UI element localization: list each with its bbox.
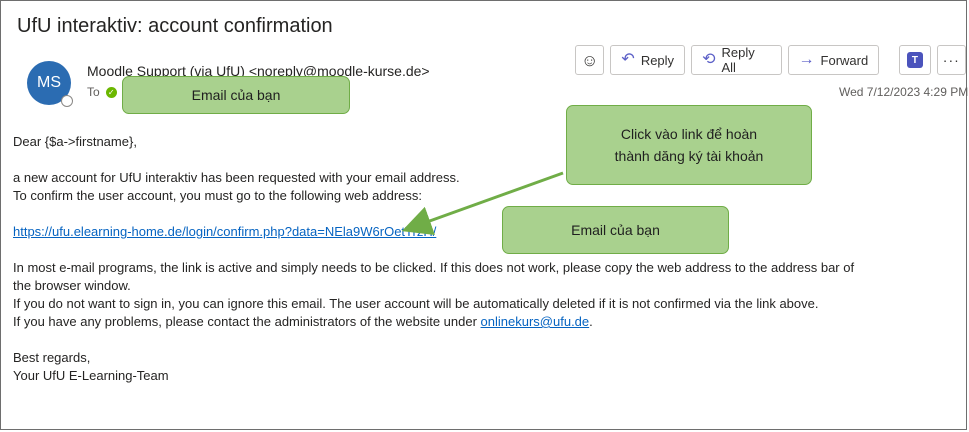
reply-all-label: Reply All xyxy=(721,45,755,75)
greeting: Dear {$a->firstname}, xyxy=(13,134,137,149)
admin-email-link[interactable]: onlinekurs@ufu.de xyxy=(481,314,590,329)
body-paragraph-3: If you do not want to sign in, you can i… xyxy=(13,296,819,311)
email-reading-pane: UfU interaktiv: account confirmation MS … xyxy=(0,0,969,430)
email-subject: UfU interaktiv: account confirmation xyxy=(17,15,333,37)
contact-text: If you have any problems, please contact… xyxy=(13,314,481,329)
callout-email-link: Email của bạn xyxy=(502,206,729,254)
recipient-row: To ✓ xyxy=(87,85,117,99)
reply-label: Reply xyxy=(640,52,675,68)
smiley-icon: ☺ xyxy=(581,50,599,70)
callout-click-link: Click vào link để hoàn thành dăng ký tài… xyxy=(566,105,812,185)
reaction-button[interactable]: ☺ xyxy=(575,45,605,75)
recipient-status-icon: ✓ xyxy=(105,86,117,98)
callout-email-link-text: Email của bạn xyxy=(571,222,660,238)
avatar-initials: MS xyxy=(37,74,61,91)
teams-share-button[interactable]: T xyxy=(899,45,931,75)
presence-status-icon xyxy=(61,95,73,107)
contact-suffix: . xyxy=(589,314,593,329)
message-toolbar: ☺ ↶ Reply ⟲ Reply All → Forward T ··· xyxy=(575,45,966,75)
forward-button[interactable]: → Forward xyxy=(787,45,880,75)
closing: Best regards, xyxy=(13,350,91,365)
received-date: Wed 7/12/2023 4:29 PM xyxy=(839,85,969,99)
body-line-2: To confirm the user account, you must go… xyxy=(13,188,422,203)
forward-arrow-icon: → xyxy=(798,51,815,68)
reply-all-icon: ⟲ xyxy=(702,51,716,68)
callout-click-link-line2: thành dăng ký tài khoản xyxy=(614,148,764,164)
to-label: To xyxy=(87,85,100,99)
email-body: Dear {$a->firstname}, a new account for … xyxy=(13,133,963,385)
callout-click-link-line1: Click vào link để hoàn xyxy=(620,126,758,142)
confirmation-link[interactable]: https://ufu.elearning-home.de/login/conf… xyxy=(13,224,436,239)
body-paragraph-4: If you have any problems, please contact… xyxy=(13,313,963,331)
body-paragraph-2b: the browser window. xyxy=(13,278,131,293)
reply-icon: ↶ xyxy=(621,51,635,68)
more-actions-button[interactable]: ··· xyxy=(936,45,966,75)
teams-icon: T xyxy=(906,52,923,68)
callout-your-email: Email của bạn xyxy=(122,76,350,114)
forward-label: Forward xyxy=(820,52,869,68)
signature: Your UfU E-Learning-Team xyxy=(13,368,169,383)
reply-all-button[interactable]: ⟲ Reply All xyxy=(691,45,782,75)
body-line-1: a new account for UfU interaktiv has bee… xyxy=(13,170,460,185)
callout-your-email-text: Email của bạn xyxy=(191,87,281,103)
ellipsis-icon: ··· xyxy=(942,52,960,68)
body-paragraph-2a: In most e-mail programs, the link is act… xyxy=(13,260,855,275)
reply-button[interactable]: ↶ Reply xyxy=(610,45,686,75)
